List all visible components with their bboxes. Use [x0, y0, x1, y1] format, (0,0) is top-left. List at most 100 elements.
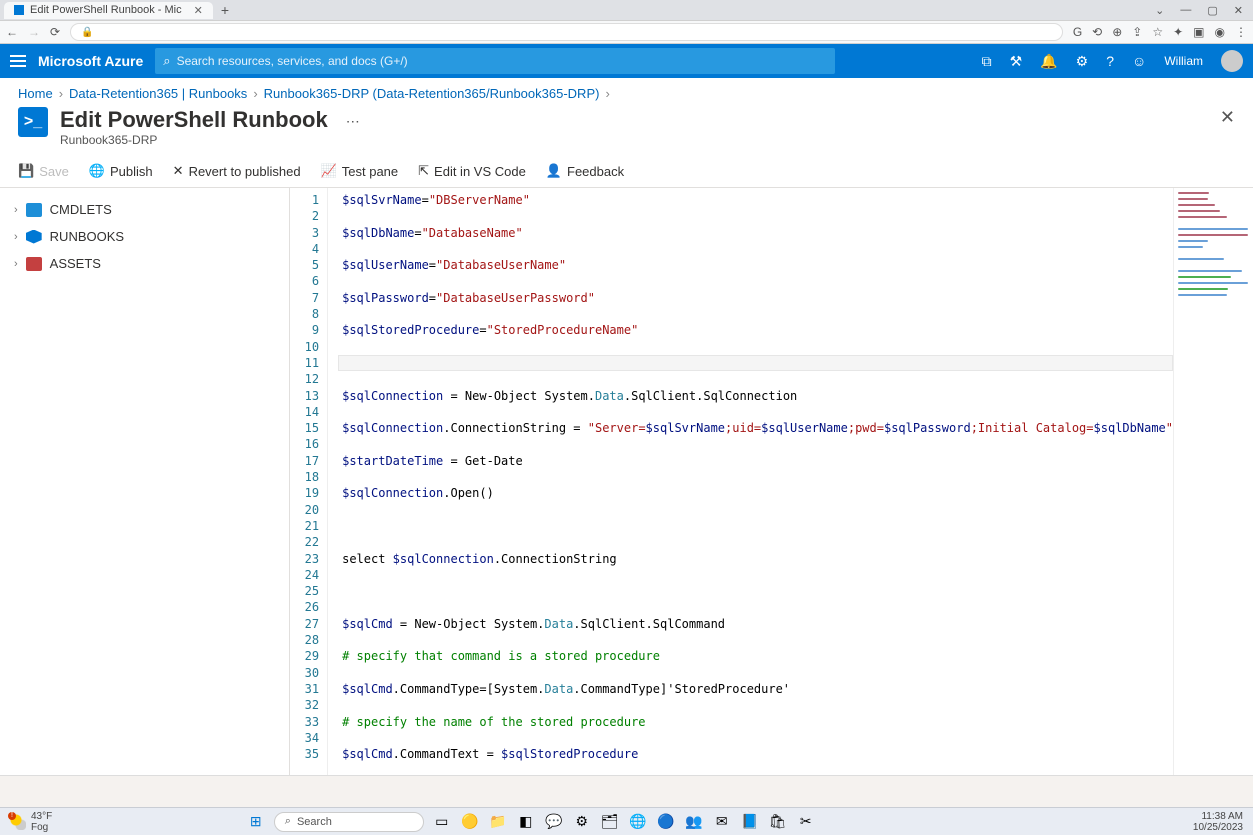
zoom-icon[interactable]: ⊕ [1112, 25, 1122, 39]
settings-icon[interactable]: ⚙ [1076, 53, 1089, 70]
body-area: › CMDLETS › RUNBOOKS › ASSETS 1234567891… [0, 188, 1253, 803]
search-icon: ⌕ [285, 815, 291, 828]
revert-button[interactable]: ✕ Revert to published [173, 163, 301, 179]
chrome-icon[interactable]: 🔵 [656, 812, 676, 832]
minimize-icon[interactable]: — [1180, 4, 1191, 17]
breadcrumb-home[interactable]: Home [18, 86, 53, 101]
chevron-right-icon: › [253, 86, 257, 101]
revert-icon: ✕ [173, 163, 184, 179]
assets-icon [26, 257, 42, 271]
window-close-icon[interactable]: ✕ [1234, 4, 1243, 17]
addr-actions: G ⟲ ⊕ ⇪ ☆ ✦ ▣ ◉ ⋮ [1073, 25, 1247, 39]
chat-icon[interactable]: 💬 [544, 812, 564, 832]
empty-strip [0, 775, 1253, 807]
vscode-label: Edit in VS Code [434, 164, 526, 179]
extensions-icon[interactable]: ✦ [1173, 25, 1183, 39]
breadcrumb-runbook365[interactable]: Runbook365-DRP (Data-Retention365/Runboo… [264, 86, 600, 101]
chevron-right-icon: › [605, 86, 609, 101]
clock-date: 10/25/2023 [1193, 822, 1243, 833]
nav-back-icon[interactable]: ← [6, 25, 18, 39]
breadcrumbs: Home › Data-Retention365 | Runbooks › Ru… [0, 78, 1253, 105]
vscode-icon: ⇱ [418, 163, 429, 179]
save-icon: 💾 [18, 163, 34, 179]
weather-icon: ! [10, 814, 26, 830]
browser-chrome: Edit PowerShell Runbook - Mic ✕ + ⌄ — ▢ … [0, 0, 1253, 44]
address-bar: ← → ⟳ 🔒 G ⟲ ⊕ ⇪ ☆ ✦ ▣ ◉ ⋮ [0, 20, 1253, 44]
tree-runbooks[interactable]: › RUNBOOKS [14, 223, 275, 250]
publish-button[interactable]: 🌐 Publish [89, 163, 153, 179]
nav-reload-icon[interactable]: ⟳ [50, 25, 60, 39]
file-explorer-icon[interactable]: 🗂 [600, 812, 620, 832]
google-icon[interactable]: G [1073, 25, 1082, 39]
title-block: Edit PowerShell Runbook Runbook365-DRP [60, 107, 328, 147]
user-avatar[interactable] [1221, 50, 1243, 72]
edit-vscode-button[interactable]: ⇱ Edit in VS Code [418, 163, 526, 179]
chevron-down-icon[interactable]: ⌄ [1155, 4, 1164, 17]
widgets-icon[interactable]: ◧ [516, 812, 536, 832]
clock-time: 11:38 AM [1193, 811, 1243, 822]
maximize-icon[interactable]: ▢ [1207, 4, 1217, 17]
star-icon[interactable]: ☆ [1152, 25, 1163, 39]
settings-app-icon[interactable]: ⚙ [572, 812, 592, 832]
taskbar-search[interactable]: ⌕ Search [274, 812, 424, 832]
store-icon[interactable]: 🛍 [768, 812, 788, 832]
feedback-button[interactable]: 👤 Feedback [546, 163, 624, 179]
breadcrumb-runbooks[interactable]: Data-Retention365 | Runbooks [69, 86, 247, 101]
alert-badge-icon: ! [8, 812, 16, 820]
cloud-shell-icon[interactable]: ⧉ [982, 53, 992, 70]
window-controls: ⌄ — ▢ ✕ [1155, 4, 1253, 17]
assets-label: ASSETS [50, 256, 101, 271]
help-icon[interactable]: ? [1106, 53, 1114, 69]
weather-widget[interactable]: ! 43°F Fog [0, 811, 62, 833]
side-panel: › CMDLETS › RUNBOOKS › ASSETS [0, 188, 290, 803]
minimap[interactable] [1173, 188, 1253, 803]
browser-menu-icon[interactable]: ⋮ [1235, 25, 1247, 39]
runbooks-icon [26, 230, 42, 244]
test-label: Test pane [342, 164, 398, 179]
apps-icon[interactable]: ▣ [1193, 25, 1204, 39]
snip-icon[interactable]: ✂ [796, 812, 816, 832]
share-icon[interactable]: ⇪ [1132, 25, 1142, 39]
system-clock[interactable]: 11:38 AM 10/25/2023 [1183, 811, 1253, 833]
task-view-icon[interactable]: ▭ [432, 812, 452, 832]
weather-temp: 43°F [31, 811, 52, 822]
lock-icon: 🔒 [81, 27, 93, 38]
save-button[interactable]: 💾 Save [18, 163, 69, 179]
profile-icon[interactable]: ◉ [1215, 25, 1225, 39]
browser-tab[interactable]: Edit PowerShell Runbook - Mic ✕ [4, 2, 213, 19]
word-icon[interactable]: 📘 [740, 812, 760, 832]
cmdlets-icon [26, 203, 42, 217]
chevron-right-icon: › [59, 86, 63, 101]
url-input[interactable]: 🔒 [70, 23, 1063, 41]
new-tab-button[interactable]: + [221, 2, 229, 18]
tab-strip: Edit PowerShell Runbook - Mic ✕ + ⌄ — ▢ … [0, 0, 1253, 20]
copilot-icon[interactable]: 🟡 [460, 812, 480, 832]
line-gutter: 1234567891011121314151617181920212223242… [290, 188, 328, 803]
outlook-icon[interactable]: ✉ [712, 812, 732, 832]
directory-icon[interactable]: ⚒ [1010, 53, 1023, 70]
menu-button[interactable] [10, 55, 26, 67]
start-button[interactable]: ⊞ [246, 812, 266, 832]
feedback-icon[interactable]: ☺ [1132, 53, 1146, 69]
teams-icon[interactable]: 👥 [684, 812, 704, 832]
code-area[interactable]: $sqlSvrName="DBServerName" $sqlDbName="D… [328, 188, 1173, 803]
notifications-icon[interactable]: 🔔 [1040, 53, 1057, 70]
test-pane-button[interactable]: 📈 Test pane [321, 163, 399, 179]
azure-search-input[interactable] [177, 54, 828, 68]
tab-close-icon[interactable]: ✕ [194, 4, 203, 17]
tree-cmdlets[interactable]: › CMDLETS [14, 196, 275, 223]
azure-brand[interactable]: Microsoft Azure [38, 53, 143, 69]
more-actions-icon[interactable]: ⋯ [346, 113, 360, 130]
azure-search[interactable]: ⌕ [155, 48, 835, 74]
explorer-icon[interactable]: 📁 [488, 812, 508, 832]
windows-taskbar: ! 43°F Fog ⊞ ⌕ Search ▭ 🟡 📁 ◧ 💬 ⚙ 🗂 🌐 🔵 … [0, 807, 1253, 835]
user-name[interactable]: William [1164, 54, 1203, 68]
sync-icon[interactable]: ⟲ [1092, 25, 1102, 39]
edge-icon[interactable]: 🌐 [628, 812, 648, 832]
close-pane-icon[interactable]: ✕ [1220, 107, 1235, 128]
nav-forward-icon[interactable]: → [28, 25, 40, 39]
page-subtitle: Runbook365-DRP [60, 133, 328, 147]
cmdlets-label: CMDLETS [50, 202, 112, 217]
tree-assets[interactable]: › ASSETS [14, 250, 275, 277]
code-editor[interactable]: 1234567891011121314151617181920212223242… [290, 188, 1253, 803]
